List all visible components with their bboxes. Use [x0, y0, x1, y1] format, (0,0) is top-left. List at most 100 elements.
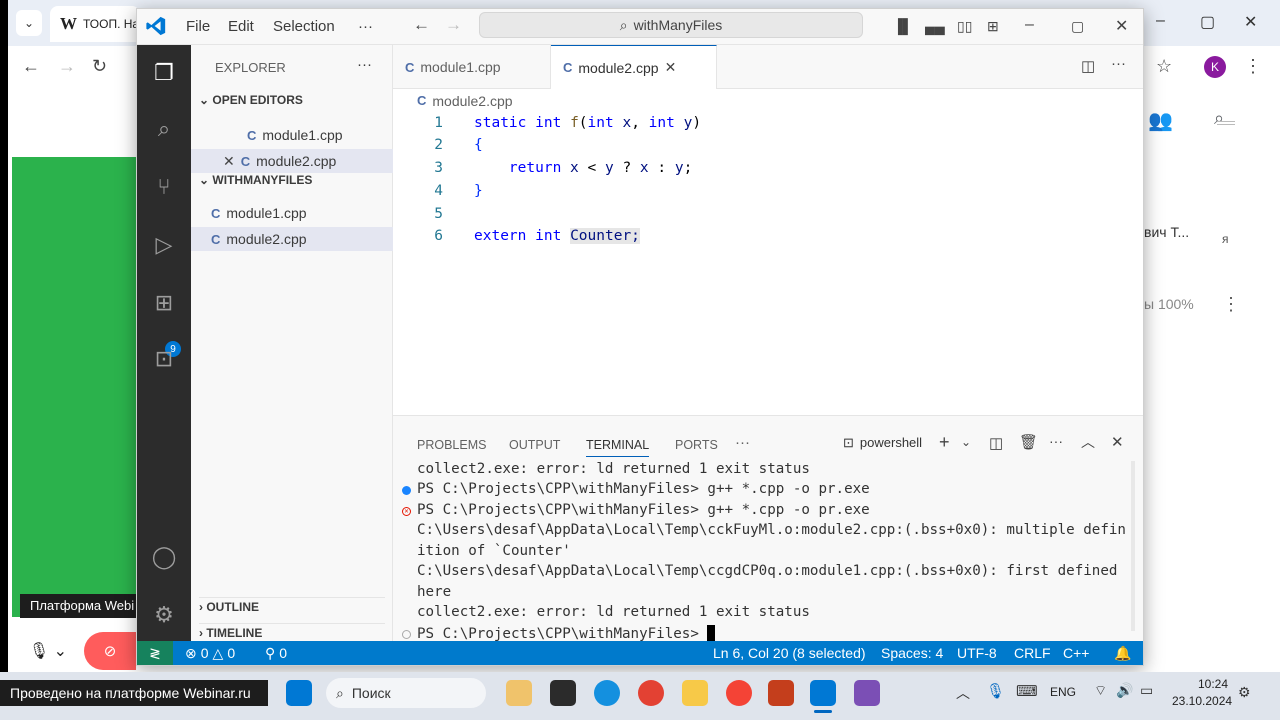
explorer-icon[interactable]: ❐: [150, 59, 178, 87]
tab-problems[interactable]: PROBLEMS: [417, 438, 486, 452]
more-icon[interactable]: ⋮: [1222, 294, 1240, 315]
panel-more-icon[interactable]: ···: [735, 434, 750, 451]
forward-icon[interactable]: →: [58, 56, 76, 77]
remote-indicator-icon[interactable]: ≷: [137, 641, 173, 665]
source-control-icon[interactable]: ⑂: [150, 173, 178, 201]
edge-icon[interactable]: [594, 680, 620, 706]
nav-back-icon[interactable]: ←: [413, 15, 430, 35]
open-editor-item-active[interactable]: ✕ C module2.cpp: [191, 149, 393, 173]
people-icon[interactable]: 👥: [1148, 108, 1173, 133]
close-browser-button[interactable]: ✕: [1244, 12, 1257, 32]
taskbar-search[interactable]: ⌕ Поиск: [326, 678, 486, 708]
chevron-down-icon[interactable]: ⌄: [961, 435, 971, 449]
browser-tab[interactable]: W ТООП. На: [50, 6, 140, 42]
profile-avatar[interactable]: K: [1204, 56, 1226, 78]
language-indicator[interactable]: ENG: [1050, 685, 1076, 699]
command-center[interactable]: ⌕ withManyFiles: [479, 12, 863, 38]
run-debug-icon[interactable]: ▷: [150, 231, 178, 259]
star-icon[interactable]: ☆: [1156, 56, 1172, 77]
tab-module2[interactable]: C module2.cpp ✕: [551, 45, 717, 89]
tab-output[interactable]: OUTPUT: [509, 438, 560, 452]
terminal-more-icon[interactable]: ···: [1049, 433, 1063, 449]
show-hidden-icons[interactable]: ︿: [956, 683, 970, 703]
vscode-taskbar-icon[interactable]: [810, 680, 836, 706]
wifi-icon[interactable]: ⌔: [1094, 682, 1107, 700]
customize-layout-icon[interactable]: ⊞: [987, 18, 999, 35]
microphone-tray-icon[interactable]: 🎙: [986, 682, 1005, 700]
yandex-browser-icon[interactable]: [726, 680, 752, 706]
maximize-button[interactable]: ▢: [1200, 12, 1215, 32]
back-icon[interactable]: ←: [22, 56, 40, 77]
problems-status[interactable]: ⊗ 0 △ 0: [185, 645, 235, 662]
minimize-button[interactable]: –: [1156, 12, 1165, 30]
file-explorer-icon[interactable]: [682, 680, 708, 706]
window-close-button[interactable]: ✕: [1115, 16, 1128, 36]
split-terminal-icon[interactable]: ◫: [989, 434, 1003, 452]
terminal-shell-selector[interactable]: ⊡ powershell: [843, 435, 922, 451]
close-panel-icon[interactable]: ✕: [1111, 433, 1124, 451]
accounts-icon[interactable]: ◯: [150, 543, 178, 571]
maximize-panel-icon[interactable]: ︿: [1081, 432, 1095, 452]
trash-icon[interactable]: 🗑: [1019, 433, 1038, 451]
remote-explorer-icon[interactable]: ⊡: [150, 345, 178, 373]
clock-time[interactable]: 10:24: [1198, 677, 1228, 691]
command-success-icon[interactable]: [402, 486, 411, 495]
terminal-scrollbar[interactable]: [1131, 461, 1135, 631]
window-maximize-button[interactable]: ▢: [1071, 18, 1084, 35]
close-tab-icon[interactable]: ✕: [665, 59, 677, 76]
manage-gear-icon[interactable]: ⚙: [150, 601, 178, 629]
new-terminal-icon[interactable]: +: [939, 432, 950, 453]
menu-more[interactable]: ···: [358, 18, 373, 35]
powerpoint-icon[interactable]: [768, 680, 794, 706]
browser-menu-icon[interactable]: ⋮: [1244, 56, 1262, 77]
widgets-icon[interactable]: [506, 680, 532, 706]
toggle-panel-icon[interactable]: ▄▄: [925, 18, 945, 34]
chrome-icon[interactable]: [638, 680, 664, 706]
task-view-icon[interactable]: [550, 680, 576, 706]
microphone-button[interactable]: 🎙 ⌄: [20, 632, 76, 670]
ports-status[interactable]: ⚲ 0: [265, 645, 287, 662]
editor-more-icon[interactable]: ···: [1111, 55, 1126, 72]
clock-date[interactable]: 23.10.2024: [1172, 694, 1232, 708]
camera-off-button[interactable]: ⊘: [84, 632, 136, 670]
open-editors-header[interactable]: ⌄ OPEN EDITORS: [199, 93, 303, 107]
tab-module1[interactable]: C module1.cpp: [393, 45, 551, 89]
line-ending[interactable]: CRLF: [1014, 645, 1051, 661]
extensions-icon[interactable]: ⊞: [150, 289, 178, 317]
close-icon[interactable]: ✕: [223, 153, 235, 170]
cursor-position[interactable]: Ln 6, Col 20 (8 selected): [713, 645, 866, 661]
menu-edit[interactable]: Edit: [228, 18, 254, 35]
folder-header[interactable]: ⌄ WITHMANYFILES: [199, 173, 312, 187]
tab-list-button[interactable]: ⌄: [16, 10, 42, 36]
battery-icon[interactable]: ▭: [1140, 682, 1153, 699]
toggle-secondary-sidebar-icon[interactable]: ▯▯: [957, 18, 972, 35]
outline-header[interactable]: › OUTLINE: [199, 597, 385, 614]
menu-file[interactable]: File: [186, 18, 210, 35]
command-error-icon[interactable]: ✕: [402, 507, 411, 516]
notification-icon[interactable]: ⚙: [1238, 684, 1251, 701]
keyboard-icon[interactable]: ⌨: [1016, 682, 1038, 700]
breadcrumb-file[interactable]: module2.cpp: [432, 93, 512, 109]
reload-icon[interactable]: ↻: [92, 56, 107, 77]
volume-icon[interactable]: 🔊: [1116, 682, 1133, 699]
indentation[interactable]: Spaces: 4: [881, 645, 943, 661]
language-mode[interactable]: C++: [1063, 645, 1089, 661]
page-search-icon[interactable]: ⌕: [1214, 108, 1224, 129]
file-item-selected[interactable]: C module2.cpp: [191, 227, 393, 251]
timeline-header[interactable]: › TIMELINE: [199, 623, 385, 640]
explorer-more-icon[interactable]: ···: [357, 56, 372, 73]
split-editor-icon[interactable]: ◫: [1081, 57, 1095, 75]
toggle-sidebar-icon[interactable]: ▐▌: [893, 18, 913, 34]
menu-selection[interactable]: Selection: [273, 18, 335, 35]
nav-forward-icon[interactable]: →: [445, 15, 462, 35]
encoding[interactable]: UTF-8: [957, 645, 997, 661]
start-icon[interactable]: [286, 680, 312, 706]
tab-ports[interactable]: PORTS: [675, 438, 718, 452]
window-minimize-button[interactable]: –: [1025, 16, 1034, 34]
file-item[interactable]: C module1.cpp: [211, 201, 307, 225]
tab-terminal[interactable]: TERMINAL: [586, 438, 650, 457]
bell-icon[interactable]: 🔔: [1114, 645, 1131, 662]
open-editor-item[interactable]: C module1.cpp: [247, 123, 343, 147]
search-view-icon[interactable]: ⌕: [150, 115, 178, 143]
visual-studio-icon[interactable]: [854, 680, 880, 706]
